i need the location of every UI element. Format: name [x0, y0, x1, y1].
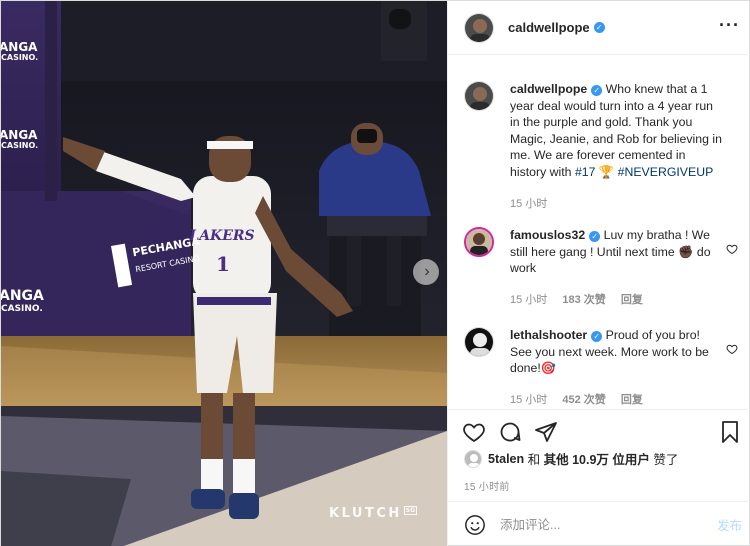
likes-summary: 5talen 和 其他 10.9万 位用户 赞了 [464, 449, 678, 468]
reply-button[interactable]: 回复 [621, 394, 643, 406]
header-username[interactable]: caldwellpope [508, 20, 590, 35]
hashtag-link[interactable]: #17 [575, 165, 596, 179]
verified-icon: ✓ [593, 22, 605, 33]
post-sidebar: caldwellpope ✓ ··· caldwellpope ✓ Who kne… [447, 1, 750, 546]
heart-icon[interactable] [726, 243, 738, 255]
avatar[interactable] [464, 81, 494, 111]
banner-text: CASINO. [1, 141, 39, 150]
comment-time[interactable]: 15 小时 [510, 394, 547, 406]
heart-icon[interactable] [726, 343, 738, 355]
banner-text: ANGA [1, 40, 38, 54]
avatar[interactable] [464, 227, 494, 257]
more-horizontal-icon[interactable]: ··· [719, 15, 740, 36]
action-bar [448, 409, 750, 449]
post-header: caldwellpope ✓ ··· [448, 1, 750, 55]
comment-meta: 15 小时 183 次赞 回复 [510, 291, 655, 307]
caption-time[interactable]: 15 小时 [510, 198, 547, 210]
comment-time[interactable]: 15 小时 [510, 294, 547, 306]
avatar[interactable] [464, 12, 494, 43]
paper-plane-icon[interactable] [534, 420, 558, 444]
klutch-watermark: KLUTCH SG [329, 505, 417, 521]
likes-others[interactable]: 其他 10.9万 位用户 [544, 449, 650, 468]
comment-body: lethalshooter ✓ Proud of you bro! See you… [510, 327, 724, 377]
jersey-number: 1 [216, 252, 230, 276]
instagram-post: LAKERS 1 PECHANGA RESORT CASINO ANGA CAS… [0, 0, 750, 546]
likes-liked: 赞了 [653, 453, 679, 467]
comment-body: famouslos32 ✓ Luv my bratha ! We still he… [510, 227, 724, 277]
comment-username[interactable]: lethalshooter [510, 328, 587, 342]
trophy-emoji: 🏆 [598, 164, 615, 179]
heart-icon[interactable] [462, 420, 486, 444]
banner-text: ANGA [1, 128, 38, 142]
comment-likes[interactable]: 452 次赞 [562, 394, 605, 406]
comment-username[interactable]: famouslos32 [510, 228, 585, 242]
avatar[interactable] [464, 327, 494, 357]
verified-icon: ✓ [591, 331, 603, 342]
photo-illustration: LAKERS 1 PECHANGA RESORT CASINO [1, 1, 447, 546]
comment-icon[interactable] [498, 420, 522, 444]
reply-button[interactable]: 回复 [621, 294, 643, 306]
banner-text: CASINO. [1, 53, 39, 62]
chevron-right-icon: › [424, 263, 430, 280]
next-photo-button[interactable]: › [413, 259, 439, 285]
post-photo[interactable]: LAKERS 1 PECHANGA RESORT CASINO ANGA CAS… [1, 1, 447, 546]
caption-body: caldwellpope ✓ Who knew that a 1 year dea… [510, 81, 724, 180]
caption-meta: 15 小时 [510, 195, 559, 211]
bookmark-icon[interactable] [718, 420, 742, 444]
smile-icon[interactable] [464, 514, 486, 536]
caption-username[interactable]: caldwellpope [510, 82, 587, 96]
banner-text: ANGA [1, 288, 44, 304]
comment-meta: 15 小时 452 次赞 回复 [510, 391, 655, 407]
verified-icon: ✓ [591, 85, 603, 96]
verified-icon: ✓ [589, 231, 601, 242]
likes-and: 和 [527, 453, 541, 467]
liker-username[interactable]: 5talen [488, 452, 524, 466]
avatar[interactable] [464, 449, 482, 468]
post-comment-button[interactable]: 发布 [717, 515, 742, 534]
comment-likes[interactable]: 183 次赞 [562, 294, 605, 306]
add-comment-input[interactable] [500, 517, 700, 532]
post-time[interactable]: 15 小时前 [464, 478, 510, 493]
add-comment-bar: 发布 [448, 501, 750, 546]
hashtag-link[interactable]: #NEVERGIVEUP [618, 165, 714, 179]
banner-text: CASINO. [1, 304, 43, 314]
